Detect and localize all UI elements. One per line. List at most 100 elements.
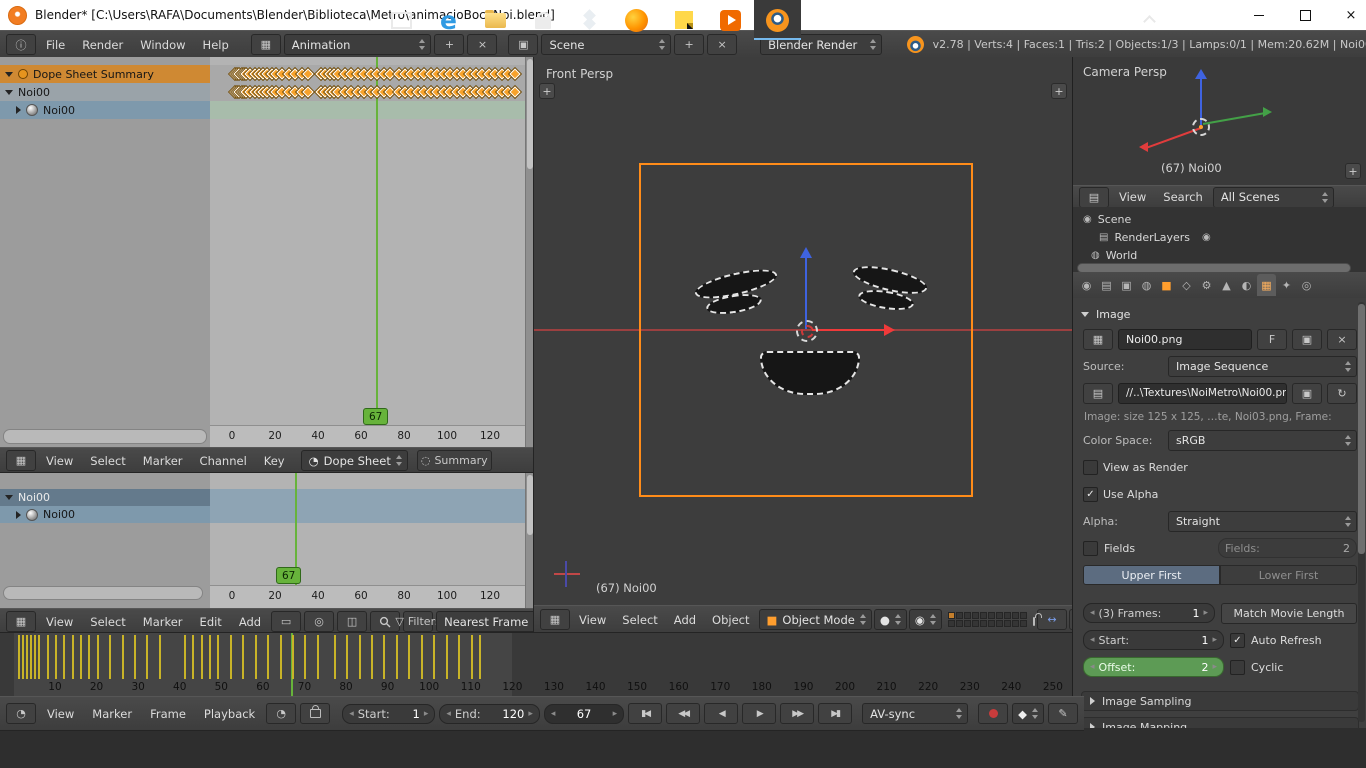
taskbar-app-blender[interactable] [754,0,801,40]
filters-button[interactable]: ▽ Filters [395,611,441,632]
menu-help[interactable]: Help [196,37,236,53]
taskbar-app-media-player[interactable] [707,0,754,40]
menu-playback[interactable]: Playback [197,706,262,722]
jump-to-end-button[interactable]: ▶▮ [818,703,853,724]
fields-checkbox[interactable] [1083,540,1098,556]
editor-type-button[interactable]: ▦ [6,611,36,632]
menu-render[interactable]: Render [75,37,130,53]
toolbar-expand-button[interactable]: + [539,83,555,99]
channel-dope-sheet-summary[interactable]: Dope Sheet Summary [0,65,220,83]
end-frame-field[interactable]: ◂ End: 120 ▸ [439,703,540,724]
insert-keyframe-button[interactable]: ✎ [1048,703,1078,724]
increment-icon[interactable]: ▸ [1212,662,1217,672]
menu-channel[interactable]: Channel [193,453,254,469]
horizontal-scrollbar[interactable] [3,429,207,444]
select-mode-button[interactable]: ▭ [271,611,302,632]
filepath-field[interactable]: //..\Textures\NoiMetro\Noi00.png [1118,382,1287,404]
menu-add[interactable]: Add [667,612,703,628]
unlink-image-button[interactable]: × [1327,328,1357,350]
horizontal-scrollbar[interactable] [3,586,203,600]
offset-field-animated[interactable]: ◂ Offset: 2 ▸ [1083,657,1224,677]
sync-mode-selector[interactable]: AV-sync [862,703,969,724]
proportional-edit-button[interactable]: ◎ [304,611,335,632]
taskbar-app-sticky-notes[interactable] [660,0,707,40]
layer-toggle[interactable] [971,620,979,627]
properties-tab-modifiers[interactable]: ⚙ [1197,274,1216,296]
start-frame-field[interactable]: ◂ Start: 1 ▸ [342,703,436,724]
decrement-icon[interactable]: ◂ [1090,635,1095,645]
menu-view[interactable]: View [39,614,80,630]
layer-toggle[interactable] [979,612,987,619]
menu-marker[interactable]: Marker [136,453,190,469]
snap-selector[interactable]: Nearest Frame [436,611,546,632]
auto-keyframe-button[interactable] [978,703,1009,724]
summary-toggle[interactable]: ◌ Summary [416,450,492,471]
menu-object[interactable]: Object [705,612,756,628]
reload-image-button[interactable]: ↻ [1327,382,1357,404]
properties-tab-material[interactable]: ◐ [1237,274,1256,296]
upper-first-button[interactable]: Upper First [1083,565,1220,585]
cyclic-checkbox[interactable] [1230,659,1245,675]
mode-selector[interactable]: ◔ Dope Sheet [300,450,408,471]
keyframe-region[interactable]: 67 0 20 40 60 80 100 120 [210,473,525,608]
properties-tab-object-data[interactable]: ▲ [1217,274,1236,296]
expand-icon[interactable] [5,495,13,500]
match-movie-length-button[interactable]: Match Movie Length [1221,602,1357,624]
layer-toggle[interactable] [995,612,1003,619]
expand-icon[interactable] [5,71,13,77]
current-frame-badge[interactable]: 67 [276,567,302,584]
layer-toggle[interactable] [1003,612,1011,619]
taskbar-app-edge[interactable]: e [425,0,472,40]
layer-toggle[interactable] [987,620,995,627]
properties-expand-button[interactable]: + [1345,163,1361,179]
layer-toggle[interactable] [987,612,995,619]
close-button[interactable]: × [1328,0,1366,30]
increment-icon[interactable]: ▸ [613,709,618,719]
menu-key[interactable]: Key [257,453,292,469]
taskbar-app-store[interactable] [519,0,566,40]
viewport-canvas[interactable]: Front Persp + + (67) Noi00 [534,57,1073,605]
lower-first-button[interactable]: Lower First [1220,565,1357,585]
source-selector[interactable]: Image Sequence [1168,355,1357,377]
properties-expand-button[interactable]: + [1051,83,1067,99]
decrement-icon[interactable]: ◂ [349,709,354,719]
properties-tab-render-layers[interactable]: ▤ [1097,274,1116,296]
horizontal-scrollbar[interactable] [1077,263,1351,272]
taskbar-app-dropbox[interactable] [566,0,613,40]
mode-selector[interactable]: ■ Object Mode [758,609,872,630]
vertical-scrollbar[interactable] [1358,302,1365,722]
menu-search[interactable]: Search [1156,189,1210,205]
channel-object[interactable]: Noi00 [0,83,220,101]
view-as-render-checkbox[interactable] [1083,459,1098,475]
menu-view[interactable]: View [1112,189,1153,205]
pivot-selector[interactable]: ◉ [908,609,942,630]
decrement-icon[interactable]: ◂ [446,709,451,719]
cursor-3d[interactable] [796,320,818,342]
layer-toggle[interactable] [971,612,979,619]
menu-frame[interactable]: Frame [143,706,193,722]
minimize-button[interactable] [1236,0,1282,30]
play-button[interactable]: ▶ [742,703,777,724]
image-sampling-panel-header[interactable]: Image Sampling [1081,691,1359,711]
channel-object[interactable]: Noi00 [0,489,220,506]
fake-user-button[interactable]: F [1257,328,1287,350]
manipulator-translate-button[interactable]: ↔ [1036,609,1067,630]
properties-tab-scene[interactable]: ▣ [1117,274,1136,296]
layer-toggle[interactable] [1011,612,1019,619]
layer-toggle[interactable] [1019,612,1027,619]
keying-set-selector[interactable]: ◆ [1012,703,1044,724]
layer-toggle[interactable] [979,620,987,627]
scrollbar-thumb[interactable] [1358,304,1365,554]
start-frame-field[interactable]: ◂ Start: 1 ▸ [1083,630,1224,650]
taskbar-app-file-explorer[interactable] [472,0,519,40]
file-browse-button[interactable]: ▤ [1083,382,1113,404]
lock-time-button[interactable] [300,703,331,724]
current-frame-field[interactable]: ◂ 67 ▸ [543,703,625,724]
play-reverse-button[interactable]: ◀ [704,703,739,724]
menu-edit[interactable]: Edit [193,614,229,630]
layers-widget[interactable] [947,612,1027,627]
camera-viewport[interactable]: Camera Persp (67) Noi00 + [1072,57,1366,185]
decrement-icon[interactable]: ◂ [551,709,556,719]
menu-marker[interactable]: Marker [85,706,139,722]
timeline-canvas[interactable]: 10 20 30 40 50 60 70 80 90 100 110 120 130 140 150 160 1… [0,633,1072,696]
